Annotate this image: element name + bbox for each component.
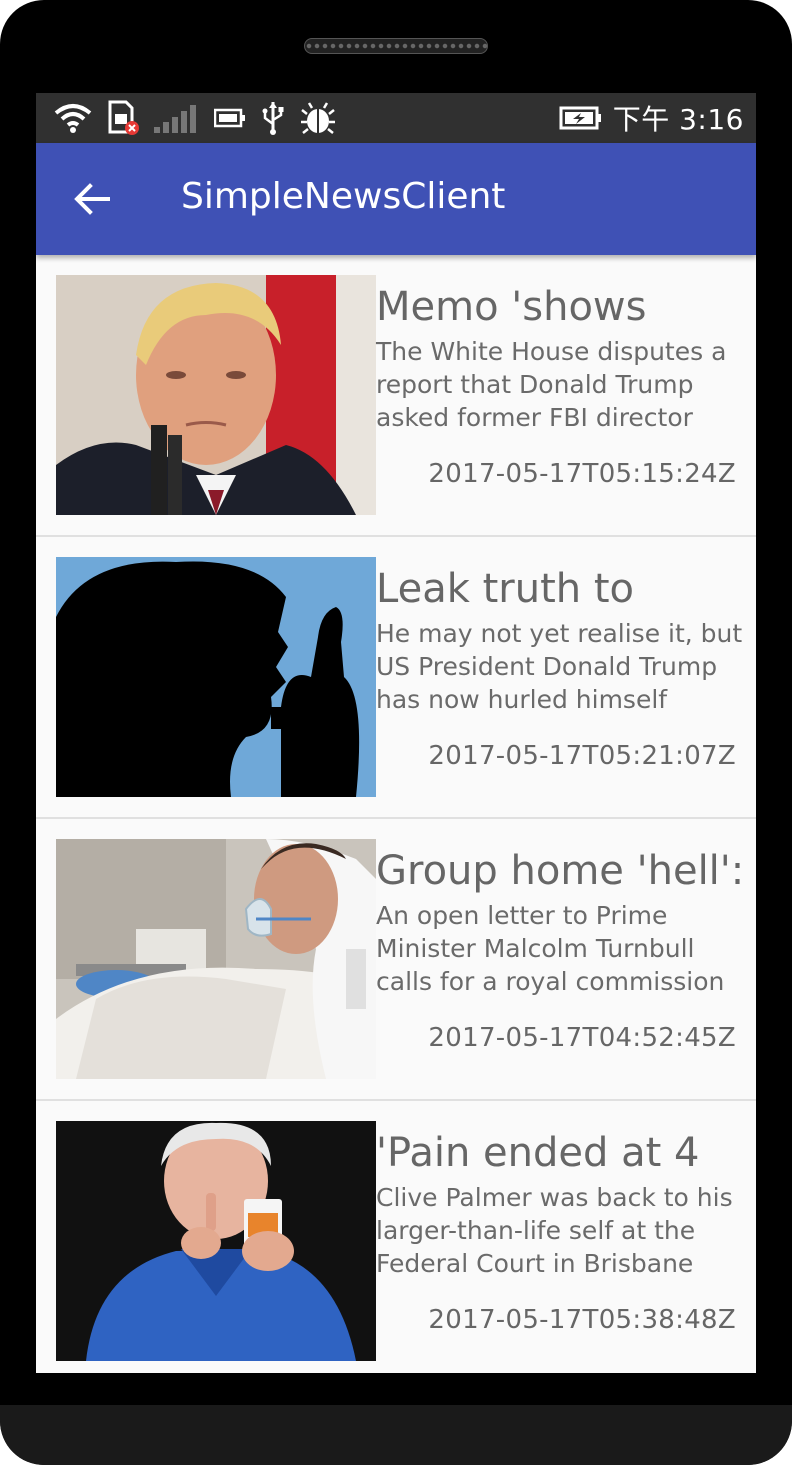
news-item[interactable]: 'Pain ended at 4 Clive Palmer was back t… [36,1101,756,1373]
news-thumbnail [56,275,376,515]
phone-frame: 下午 3:16 SimpleNewsClient Memo 'shows The… [0,0,792,1465]
app-bar: SimpleNewsClient [36,143,756,255]
signal-icon [154,101,200,135]
news-item[interactable]: Memo 'shows The White House disputes a r… [36,255,756,537]
news-headline: Leak truth to [376,566,634,612]
news-timestamp: 2017-05-17T05:15:24Z [428,459,736,489]
battery-small-icon [214,101,246,135]
app-title: SimpleNewsClient [181,176,506,217]
news-item[interactable]: Leak truth to He may not yet realise it,… [36,537,756,819]
news-thumbnail [56,1121,376,1361]
news-description: He may not yet realise it, but US Presid… [376,619,743,714]
sim-error-icon [106,100,140,135]
news-item[interactable]: Group home 'hell': An open letter to Pri… [36,819,756,1101]
status-bar: 下午 3:16 [36,93,756,143]
news-thumbnail [56,557,376,797]
news-description: The White House disputes a report that D… [376,337,727,432]
battery-charging-icon [559,101,603,135]
news-headline: 'Pain ended at 4 [376,1130,700,1176]
news-headline: Group home 'hell': [376,848,745,894]
news-description: An open letter to Prime Minister Malcolm… [376,901,725,996]
arrow-back-icon [74,183,110,215]
news-list: Memo 'shows The White House disputes a r… [36,255,756,1373]
status-time: 下午 3:16 [612,103,744,136]
news-thumbnail [56,839,376,1079]
wifi-icon [54,101,92,135]
speaker-grille [304,38,488,54]
news-timestamp: 2017-05-17T04:52:45Z [428,1023,736,1053]
screen: 下午 3:16 SimpleNewsClient Memo 'shows The… [36,93,756,1373]
back-button[interactable] [66,173,118,225]
phone-chin [0,1405,792,1465]
debug-icon [300,101,336,135]
usb-icon [260,101,286,135]
news-timestamp: 2017-05-17T05:38:48Z [428,1305,736,1335]
news-headline: Memo 'shows [376,284,647,330]
news-timestamp: 2017-05-17T05:21:07Z [428,741,736,771]
news-description: Clive Palmer was back to his larger-than… [376,1183,733,1278]
